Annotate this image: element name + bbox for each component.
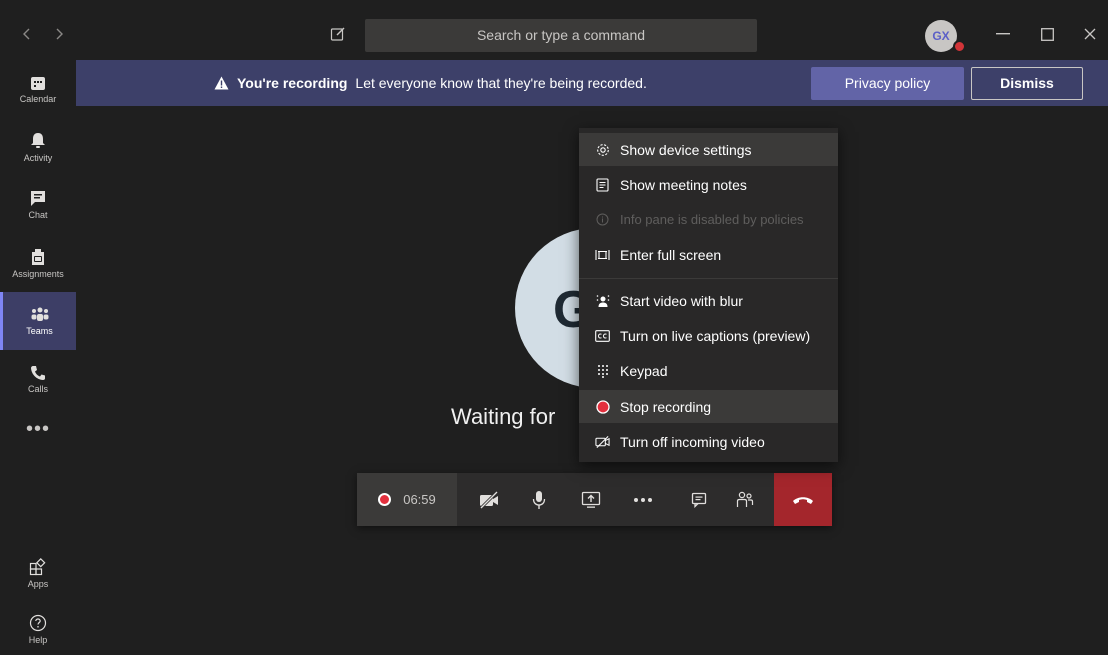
rail-item-help[interactable]: Help — [0, 600, 76, 655]
chat-icon — [691, 492, 707, 508]
menu-item-label: Turn off incoming video — [620, 433, 765, 450]
show-participants-button[interactable] — [723, 473, 767, 526]
notes-icon — [595, 177, 610, 192]
blur-icon — [595, 293, 610, 308]
menu-item-full-screen[interactable]: Enter full screen — [579, 238, 838, 271]
video-off-icon — [595, 434, 610, 449]
call-controls: 06:59 — [357, 473, 832, 526]
hang-up-button[interactable] — [774, 473, 832, 526]
rail-item-teams[interactable]: Teams — [0, 292, 76, 350]
new-chat-icon[interactable] — [330, 26, 348, 44]
gear-icon — [595, 142, 610, 157]
show-conversation-button[interactable] — [677, 473, 721, 526]
rail-item-activity[interactable]: Activity — [0, 118, 76, 176]
rail-label: Assignments — [12, 268, 64, 279]
waiting-message: Waiting for — [451, 404, 556, 429]
share-screen-button[interactable] — [569, 473, 613, 526]
rail-label: Calendar — [19, 93, 57, 104]
close-icon[interactable] — [1080, 24, 1100, 44]
more-apps-icon[interactable]: ••• — [0, 418, 76, 448]
recording-indicator-icon — [378, 493, 392, 506]
menu-item-keypad[interactable]: Keypad — [579, 354, 838, 387]
apps-icon — [29, 557, 46, 575]
menu-item-live-captions[interactable]: Turn on live captions (preview) — [579, 319, 838, 352]
more-actions-menu: Show device settings Show meeting notes … — [579, 128, 838, 462]
banner-message: You're recording Let everyone know that … — [214, 75, 647, 91]
menu-item-label: Show meeting notes — [620, 176, 747, 193]
menu-item-label: Show device settings — [620, 141, 752, 158]
recording-banner: You're recording Let everyone know that … — [76, 60, 1108, 106]
captions-icon — [595, 328, 610, 343]
calendar-icon — [31, 76, 45, 90]
privacy-policy-button[interactable]: Privacy policy — [811, 67, 964, 100]
help-icon — [29, 614, 47, 631]
menu-item-label: Turn on live captions (preview) — [620, 327, 811, 344]
rail-label: Teams — [26, 325, 53, 336]
rail-item-calls[interactable]: Calls — [0, 350, 76, 408]
info-icon — [595, 212, 610, 227]
rail-label: Apps — [27, 578, 49, 589]
recording-timer: 06:59 — [357, 473, 457, 526]
rail-item-apps[interactable]: Apps — [0, 544, 76, 602]
search-input[interactable]: Search or type a command — [365, 19, 757, 52]
banner-description: Let everyone know that they're being rec… — [355, 75, 647, 91]
banner-title: You're recording — [237, 75, 348, 91]
title-bar: Search or type a command GX — [0, 0, 1108, 60]
assignments-icon — [32, 248, 44, 265]
menu-item-video-blur[interactable]: Start video with blur — [579, 284, 838, 317]
menu-item-stop-recording[interactable]: Stop recording — [579, 390, 838, 423]
bell-icon — [31, 132, 45, 148]
camera-toggle-button[interactable] — [467, 473, 511, 526]
rail-item-assignments[interactable]: Assignments — [0, 234, 76, 292]
maximize-icon[interactable] — [1037, 24, 1057, 44]
mute-button[interactable] — [517, 473, 561, 526]
more-actions-button[interactable] — [621, 473, 665, 526]
app-rail: Calendar Activity Chat Assignments Teams… — [0, 60, 76, 655]
rail-label: Chat — [28, 210, 48, 220]
menu-item-label: Keypad — [620, 362, 668, 379]
menu-item-label: Info pane is disabled by policies — [620, 212, 804, 227]
menu-item-label: Stop recording — [620, 398, 712, 415]
history-navigation — [20, 26, 66, 42]
keypad-icon — [595, 363, 610, 378]
warning-icon — [214, 76, 229, 90]
fullscreen-icon — [595, 247, 610, 262]
record-icon — [595, 399, 610, 414]
menu-item-incoming-video-off[interactable]: Turn off incoming video — [579, 425, 838, 458]
rail-item-chat[interactable]: Chat — [0, 176, 76, 234]
rail-label: Activity — [23, 152, 53, 163]
dismiss-button[interactable]: Dismiss — [971, 67, 1083, 100]
minimize-icon[interactable] — [993, 24, 1013, 44]
call-duration: 06:59 — [403, 492, 436, 507]
chat-icon — [31, 191, 45, 206]
teams-icon — [31, 307, 48, 321]
forward-arrow-icon[interactable] — [52, 26, 66, 42]
rail-item-calendar[interactable]: Calendar — [0, 60, 76, 118]
more-dots-icon — [634, 497, 652, 502]
menu-item-label: Start video with blur — [620, 292, 743, 309]
menu-item-device-settings[interactable]: Show device settings — [579, 133, 838, 166]
hang-up-icon — [793, 496, 813, 504]
back-arrow-icon[interactable] — [20, 26, 34, 42]
menu-item-info-pane: Info pane is disabled by policies — [579, 203, 838, 236]
menu-item-meeting-notes[interactable]: Show meeting notes — [579, 168, 838, 201]
camera-off-icon — [479, 490, 499, 509]
share-screen-icon — [581, 491, 601, 508]
menu-divider — [579, 278, 838, 279]
phone-icon — [31, 365, 45, 380]
microphone-icon — [532, 490, 546, 509]
presence-status-badge — [953, 40, 966, 53]
menu-item-label: Enter full screen — [620, 246, 722, 263]
rail-label: Help — [28, 634, 48, 645]
participants-icon — [736, 491, 754, 507]
rail-label: Calls — [27, 383, 48, 394]
